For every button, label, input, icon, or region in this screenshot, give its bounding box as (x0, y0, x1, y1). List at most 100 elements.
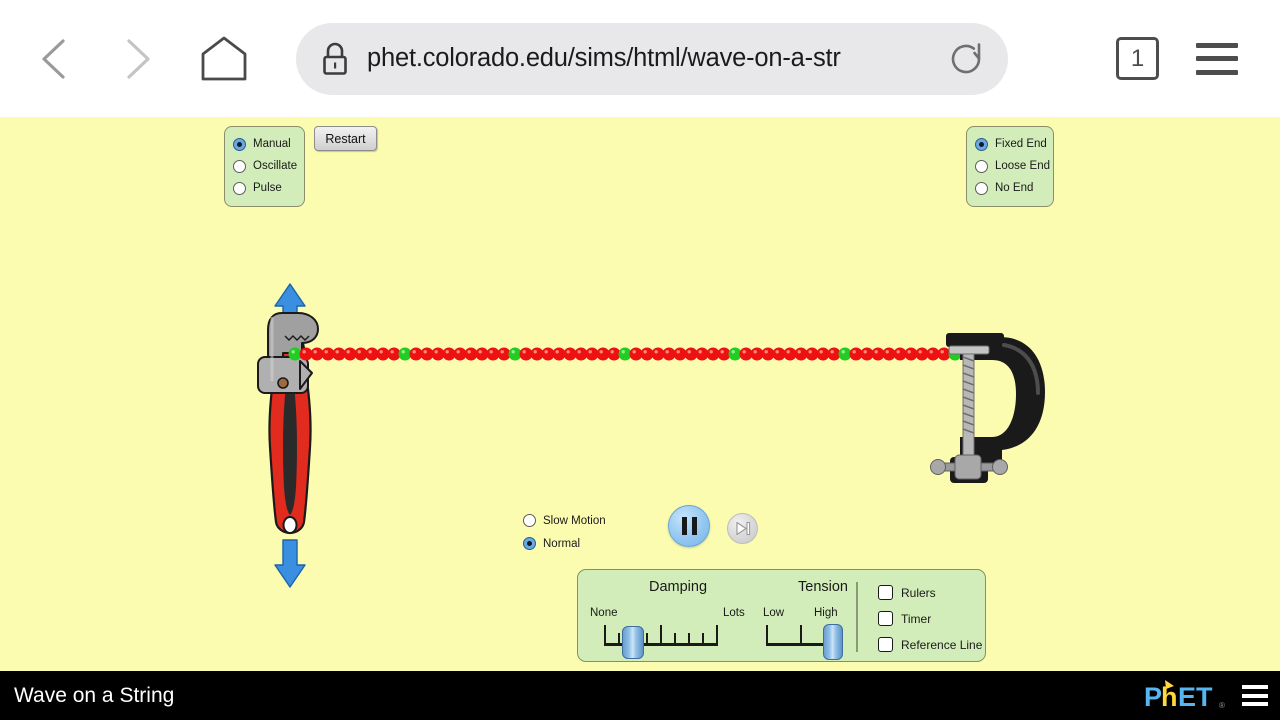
string-bead-highlight (489, 350, 493, 354)
string-bead-highlight (775, 350, 779, 354)
reload-icon[interactable] (946, 39, 986, 79)
string-bead-highlight (852, 350, 856, 354)
string-bead-highlight (907, 350, 911, 354)
checkbox-reference-line-label: Reference Line (901, 637, 983, 652)
wrench-handle[interactable] (257, 312, 319, 535)
damping-slider-thumb[interactable] (622, 626, 644, 659)
string-bead-highlight (621, 350, 625, 354)
string-bead-highlight (324, 350, 328, 354)
string-bead-highlight (665, 350, 669, 354)
pause-button[interactable] (668, 505, 710, 547)
checkbox-timer[interactable]: Timer (878, 611, 931, 626)
home-button[interactable] (192, 27, 256, 91)
string-bead-highlight (357, 350, 361, 354)
string-bead-highlight (808, 350, 812, 354)
checkbox-reference-line[interactable]: Reference Line (878, 637, 982, 652)
address-bar[interactable]: phet.colorado.edu/sims/html/wave-on-a-st… (296, 22, 1008, 95)
damping-max-label: Lots (723, 607, 745, 619)
checkbox-timer-box (878, 611, 893, 626)
chevron-left-icon (42, 38, 65, 79)
sim-menu-line-1 (1242, 685, 1268, 689)
tension-slider-thumb[interactable] (823, 624, 843, 660)
sim-menu-line-3 (1242, 702, 1268, 706)
checkbox-rulers-box (878, 585, 893, 600)
string-bead-highlight (687, 350, 691, 354)
lock-icon (323, 42, 347, 75)
pause-icon-bar-left (681, 517, 687, 535)
string-bead-highlight (379, 350, 383, 354)
string-bead-highlight (533, 350, 537, 354)
string-bead-highlight (698, 350, 702, 354)
string-bead-highlight (940, 350, 944, 354)
sim-menu-line-2 (1242, 693, 1268, 698)
sim-menu-button[interactable] (1242, 685, 1268, 706)
string-bead-highlight (346, 350, 350, 354)
string-bead-highlight (720, 350, 724, 354)
step-forward-button[interactable] (727, 513, 758, 544)
string-bead-highlight (830, 350, 834, 354)
svg-text:ET: ET (1178, 682, 1213, 712)
url-input[interactable]: phet.colorado.edu/sims/html/wave-on-a-st… (367, 44, 946, 73)
panel-divider (856, 582, 858, 652)
string-bead-highlight (412, 350, 416, 354)
string-bead-highlight (731, 350, 735, 354)
string-bead-highlight (819, 350, 823, 354)
damping-tick-4 (660, 625, 662, 643)
app-root: phet.colorado.edu/sims/html/wave-on-a-st… (0, 0, 1280, 720)
string-beads[interactable] (288, 347, 962, 361)
string-bead-highlight (797, 350, 801, 354)
string-bead-highlight (335, 350, 339, 354)
footer-right-group: P h ET ® (1144, 679, 1268, 713)
string-bead-highlight (588, 350, 592, 354)
string-bead-highlight (874, 350, 878, 354)
svg-text:P: P (1144, 682, 1162, 712)
string-bead-highlight (753, 350, 757, 354)
tab-count-label: 1 (1130, 44, 1145, 72)
menu-line-1 (1196, 42, 1238, 48)
radio-normal-label: Normal (543, 537, 581, 550)
radio-normal[interactable]: Normal (523, 532, 606, 555)
string-bead-highlight (654, 350, 658, 354)
string-bead-highlight (544, 350, 548, 354)
radio-normal-indicator (523, 537, 536, 550)
string-bead-highlight (863, 350, 867, 354)
string-bead-highlight (500, 350, 504, 354)
string-bead-highlight (632, 350, 636, 354)
checkbox-rulers-label: Rulers (901, 585, 936, 600)
string-bead-highlight (291, 350, 295, 354)
damping-tick-7 (702, 633, 704, 643)
damping-tick-5 (674, 633, 676, 643)
string-bead-highlight (313, 350, 317, 354)
sim-control-panel: Damping None Lots Tension Low High Ruler… (577, 569, 986, 662)
string-bead-highlight (885, 350, 889, 354)
damping-tick-6 (688, 633, 690, 643)
checkbox-timer-label: Timer (901, 611, 932, 626)
string-bead-highlight (522, 350, 526, 354)
checkbox-reference-line-box (878, 637, 893, 652)
string-bead-highlight (423, 350, 427, 354)
radio-slow-motion[interactable]: Slow Motion (523, 509, 606, 532)
damping-tick-3 (646, 633, 648, 643)
string-bead-highlight (445, 350, 449, 354)
checkbox-rulers[interactable]: Rulers (878, 585, 936, 600)
string-bead-highlight (841, 350, 845, 354)
browser-menu-button[interactable] (1196, 42, 1238, 75)
string-bead-highlight (478, 350, 482, 354)
damping-tick-8 (716, 625, 718, 643)
phet-logo: P h ET ® (1144, 679, 1225, 712)
tension-min-label: Low (763, 607, 785, 619)
sim-title: Wave on a String (14, 683, 175, 707)
string-bead-highlight (610, 350, 614, 354)
tab-count-button[interactable]: 1 (1116, 37, 1159, 80)
back-button[interactable] (22, 27, 86, 91)
radio-slow-motion-label: Slow Motion (543, 514, 606, 527)
browser-toolbar: phet.colorado.edu/sims/html/wave-on-a-st… (0, 0, 1280, 117)
speed-radio-group: Slow Motion Normal (523, 509, 606, 555)
string-bead-highlight (511, 350, 515, 354)
string-bead-highlight (709, 350, 713, 354)
chevron-right-icon (127, 38, 150, 79)
damping-tick-0 (604, 625, 606, 643)
string-bead-highlight (302, 350, 306, 354)
forward-button[interactable] (106, 27, 170, 91)
string-bead-highlight (643, 350, 647, 354)
